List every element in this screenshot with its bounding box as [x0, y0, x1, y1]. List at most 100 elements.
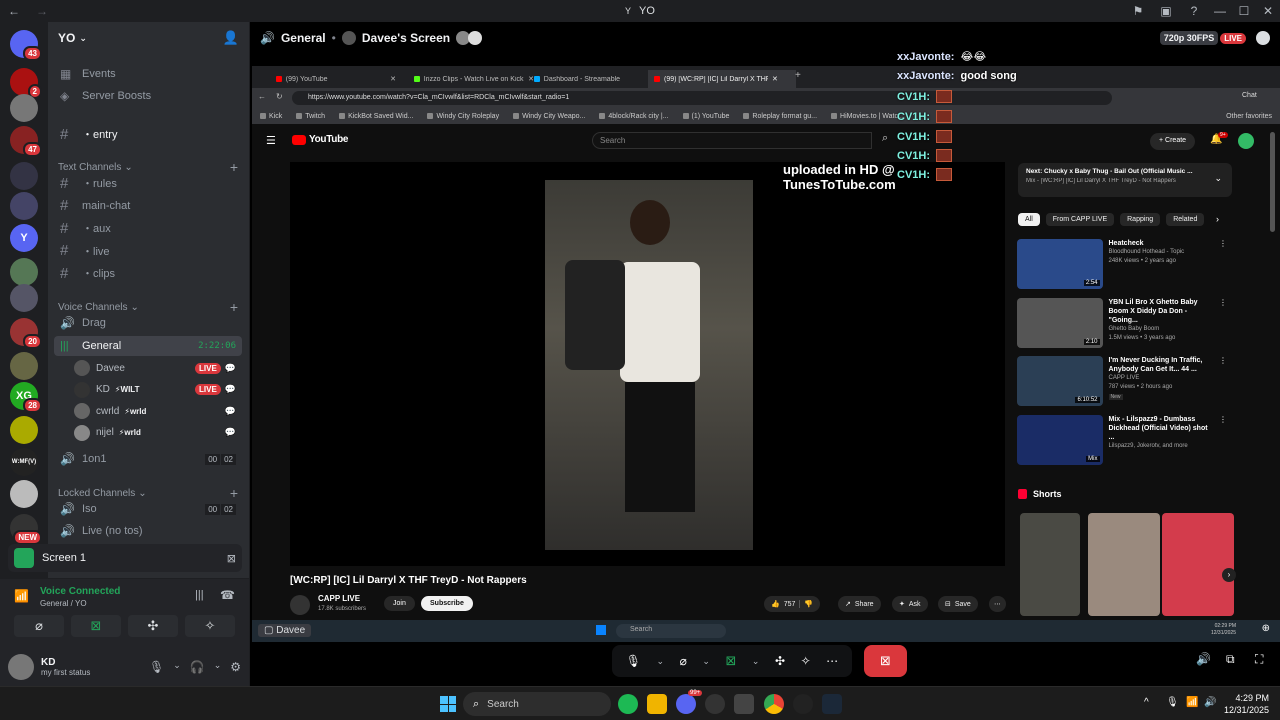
- share-button[interactable]: ↗ Share: [838, 596, 881, 612]
- taskbar-clock[interactable]: 4:29 PM 12/31/2025: [1224, 692, 1269, 716]
- chevron-down-icon[interactable]: ⌄: [1214, 173, 1222, 184]
- browser-tab[interactable]: (99) [WC:RP] [IC] Lil Darryl X THF T... ✕: [648, 70, 796, 88]
- forward-arrow-icon[interactable]: →: [28, 0, 56, 22]
- browser-tab[interactable]: (99) YouTube ✕: [270, 70, 402, 88]
- menu-icon[interactable]: ☰: [266, 134, 276, 147]
- more-options-icon[interactable]: ⋮: [1219, 356, 1227, 406]
- short-thumbnail[interactable]: [1162, 513, 1234, 616]
- voice-location[interactable]: General / YO: [40, 599, 87, 608]
- soundboard-icon[interactable]: ✧: [801, 654, 811, 668]
- channel-name[interactable]: CAPP LIVE: [318, 594, 360, 603]
- bookmark-item[interactable]: Roleplay format gu...: [743, 111, 817, 121]
- voice-user[interactable]: cwrld ⚡wrld 💬: [74, 401, 244, 421]
- server-icon[interactable]: W:MF(V): [10, 448, 38, 476]
- voice-channel-1on1[interactable]: 🔊 1on1 00 02: [54, 449, 242, 469]
- screen-share-panel[interactable]: Screen 1 ⊠: [8, 544, 242, 572]
- voice-user[interactable]: KD ⚡WILT LIVE 💬: [74, 380, 244, 400]
- channel-entry[interactable]: # ・entry: [54, 124, 242, 144]
- avatar[interactable]: [8, 654, 34, 680]
- fullscreen-icon[interactable]: ⛶: [1255, 652, 1263, 667]
- server-icon[interactable]: [10, 284, 38, 312]
- settings-gear-icon[interactable]: ⚙: [230, 660, 241, 674]
- app-icon[interactable]: [705, 694, 725, 714]
- server-icon[interactable]: NEW: [10, 514, 42, 545]
- taskbar-search[interactable]: ⌕ Search: [463, 692, 611, 716]
- app-icon[interactable]: [793, 694, 813, 714]
- start-button[interactable]: [440, 696, 456, 712]
- server-icon[interactable]: [10, 192, 38, 220]
- server-icon[interactable]: Y: [10, 224, 38, 252]
- text-channel-item[interactable]: # ・rules: [54, 173, 242, 193]
- recommended-video[interactable]: 2:54 Heatcheck Bloodhound Hothead - Topic 2…: [1017, 239, 1227, 289]
- ask-button[interactable]: ✦ Ask: [892, 596, 928, 612]
- other-favorites[interactable]: Other favorites: [1226, 111, 1272, 121]
- up-next-panel[interactable]: Next: Chucky x Baby Thug - Bail Out (Off…: [1018, 163, 1232, 197]
- filter-chip[interactable]: Related: [1166, 213, 1205, 226]
- bookmark-item[interactable]: Kick: [260, 111, 282, 121]
- create-button[interactable]: + Create: [1150, 133, 1196, 150]
- camera-off-icon[interactable]: ⌀: [680, 654, 687, 668]
- bookmark-item[interactable]: Windy City Roleplay: [427, 111, 499, 121]
- short-thumbnail[interactable]: [1020, 513, 1080, 616]
- subscribe-button[interactable]: Subscribe: [421, 596, 473, 611]
- steam-icon[interactable]: [822, 694, 842, 714]
- text-channel-item[interactable]: # ・clips: [54, 263, 242, 283]
- chrome-icon[interactable]: [764, 694, 784, 714]
- recommended-video[interactable]: 2:10 YBN Lil Bro X Ghetto Baby Boom X Did…: [1017, 297, 1227, 348]
- headphones-icon[interactable]: 🎧: [190, 660, 205, 674]
- recommended-video[interactable]: Mix Mix - Lilspazz9 - Dumbass Dickhead (O…: [1017, 414, 1227, 465]
- camera-off-button[interactable]: ⌀: [14, 615, 64, 637]
- filter-chip[interactable]: All: [1018, 213, 1040, 226]
- flag-icon[interactable]: ⚑: [1124, 0, 1152, 22]
- microphone-icon[interactable]: 🎙: [626, 654, 641, 668]
- server-header[interactable]: YO ⌄ 👤: [48, 22, 249, 54]
- zoom-icon[interactable]: ⊕: [1262, 623, 1270, 634]
- noise-suppression-icon[interactable]: |||: [195, 589, 204, 601]
- close-icon[interactable]: ✕: [1256, 0, 1280, 22]
- stop-share-icon[interactable]: ⊠: [227, 552, 236, 565]
- text-channel-item[interactable]: # ・live: [54, 241, 242, 261]
- youtube-logo[interactable]: YouTube: [292, 134, 349, 145]
- end-stream-button[interactable]: ⊠: [864, 645, 907, 677]
- more-options-icon[interactable]: ⋮: [1219, 415, 1227, 465]
- events-item[interactable]: ▦ Events: [54, 64, 242, 84]
- server-boosts-item[interactable]: ◈ Server Boosts: [54, 86, 242, 106]
- activities-icon[interactable]: ✣: [775, 654, 785, 668]
- server-icon[interactable]: [10, 416, 38, 444]
- maximize-icon[interactable]: ☐: [1232, 0, 1256, 22]
- join-button[interactable]: Join: [384, 596, 415, 611]
- server-icon[interactable]: 47: [10, 126, 42, 157]
- chevron-down-icon[interactable]: ⌄: [173, 660, 181, 674]
- chat-bubble-icon[interactable]: [1256, 31, 1270, 45]
- scrollbar[interactable]: [1270, 132, 1275, 232]
- voice-channel-general[interactable]: ||| General 2:22:06: [54, 336, 242, 356]
- browser-tab[interactable]: Irizzo Clips - Watch Live on Kick ✕: [408, 70, 540, 88]
- pop-out-icon[interactable]: ⧉: [1226, 652, 1235, 667]
- server-icon[interactable]: [10, 162, 38, 190]
- voice-user[interactable]: Davee LIVE 💬: [74, 358, 244, 378]
- volume-icon[interactable]: 🔊: [1196, 652, 1211, 666]
- bookmark-item[interactable]: Windy City Weapo...: [513, 111, 585, 121]
- server-icon[interactable]: [10, 480, 38, 508]
- close-tab-icon[interactable]: ✕: [772, 75, 778, 83]
- back-arrow-icon[interactable]: ←: [0, 0, 28, 22]
- chevron-right-icon[interactable]: ›: [1222, 568, 1236, 582]
- soundboard-button[interactable]: ✧: [185, 615, 235, 637]
- server-icon[interactable]: 43: [10, 30, 42, 61]
- bookmark-item[interactable]: KickBot Saved Wid...: [339, 111, 413, 121]
- bookmark-item[interactable]: Twitch: [296, 111, 325, 121]
- more-options-icon[interactable]: ⋮: [1219, 239, 1227, 289]
- file-explorer-icon[interactable]: [647, 694, 667, 714]
- like-button[interactable]: 👍 757 👎: [764, 596, 821, 612]
- inbox-icon[interactable]: ▣: [1152, 0, 1180, 22]
- discord-icon[interactable]: [676, 694, 696, 714]
- chevron-down-icon[interactable]: ⌄: [702, 656, 710, 667]
- voice-channel-live-no-tos[interactable]: 🔊 Live (no tos): [54, 521, 242, 541]
- save-button[interactable]: ⊟ Save: [938, 596, 978, 612]
- voice-channel-drag[interactable]: 🔊 Drag: [54, 313, 242, 333]
- more-options-icon[interactable]: ⋮: [1219, 298, 1227, 348]
- browser-tab[interactable]: Dashboard - Streamable✕: [528, 70, 660, 88]
- text-channel-item[interactable]: # main-chat: [54, 196, 242, 216]
- chevron-down-icon[interactable]: ⌄: [214, 660, 222, 674]
- server-icon[interactable]: 20: [10, 318, 42, 349]
